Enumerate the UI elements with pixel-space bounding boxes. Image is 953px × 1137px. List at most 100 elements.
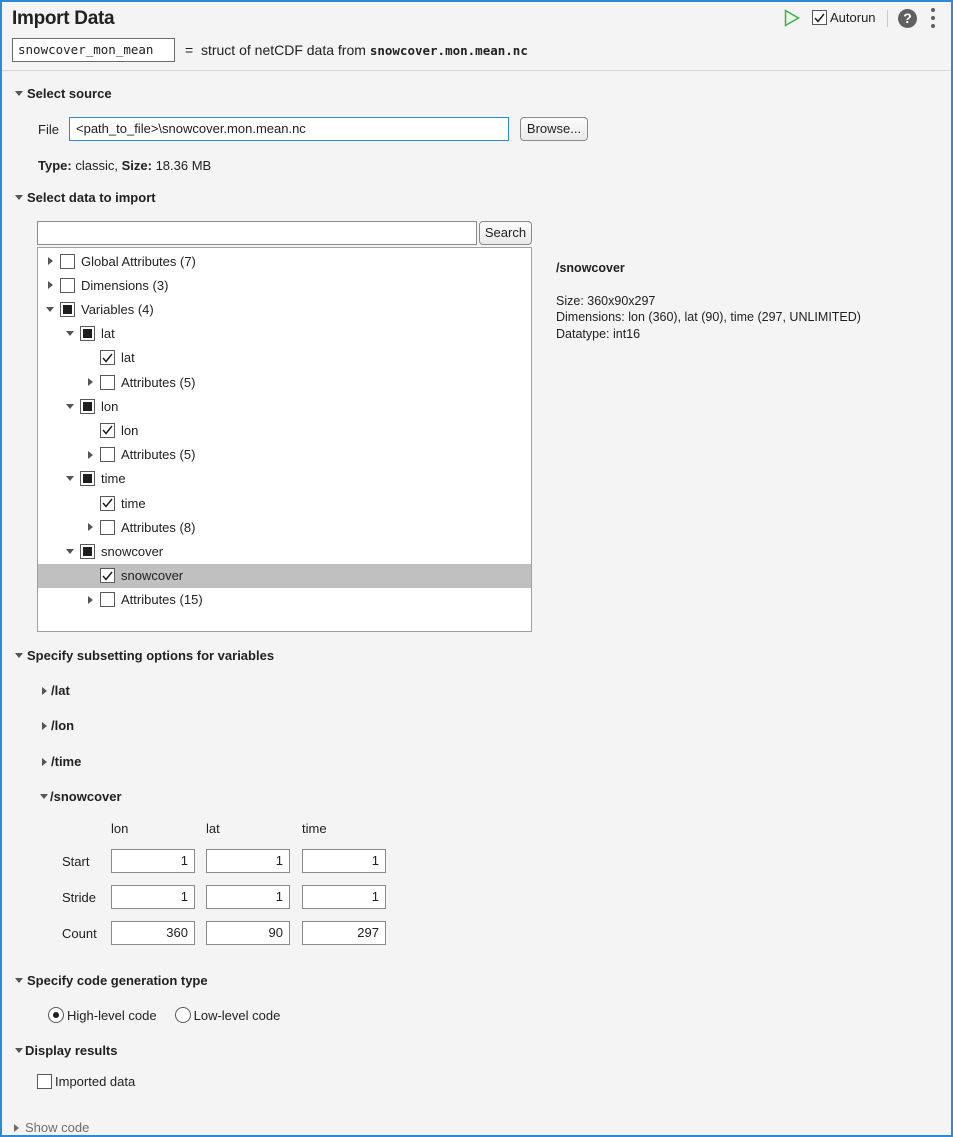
tree-checkbox[interactable]	[80, 543, 95, 559]
show-code-toggle[interactable]: Show code	[14, 1120, 89, 1135]
tree-item[interactable]: lat	[38, 322, 531, 346]
tree-checkbox[interactable]	[60, 301, 75, 317]
output-variable-field[interactable]: snowcover_mon_mean	[12, 38, 175, 62]
column-header-time: time	[302, 821, 327, 836]
section-subsetting[interactable]: Specify subsetting options for variables	[15, 648, 274, 663]
type-label: Type:	[38, 158, 72, 173]
subset-label: /time	[51, 754, 82, 769]
section-select-data[interactable]: Select data to import	[15, 190, 156, 205]
header-divider	[2, 70, 951, 71]
imported-data-option[interactable]: Imported data	[37, 1074, 135, 1089]
tree-item-label: lon	[121, 422, 139, 438]
tree-item[interactable]: snowcover	[38, 563, 531, 588]
autorun-toggle[interactable]: Autorun	[812, 10, 876, 25]
subset-time[interactable]: /time	[42, 754, 81, 769]
stride-time-field[interactable]: 1	[302, 885, 386, 909]
imported-data-checkbox[interactable]	[37, 1074, 52, 1089]
radio-button[interactable]	[174, 1007, 191, 1023]
tree-checkbox[interactable]	[100, 495, 115, 511]
tree-item[interactable]: Attributes (15)	[38, 588, 531, 612]
start-lon-field[interactable]: 1	[111, 849, 195, 873]
expand-icon[interactable]	[86, 522, 94, 532]
expand-icon[interactable]	[86, 450, 94, 460]
radio-button[interactable]	[48, 1007, 64, 1023]
imported-data-label: Imported data	[55, 1074, 136, 1089]
tree-item[interactable]: snowcover	[38, 539, 531, 563]
file-path-input[interactable]: <path_to_file>\snowcover.mon.mean.nc	[69, 117, 509, 141]
section-select-source[interactable]: Select source	[15, 86, 112, 101]
tree-checkbox[interactable]	[100, 447, 115, 463]
tree-checkbox[interactable]	[100, 422, 115, 438]
start-lat-field[interactable]: 1	[206, 849, 290, 873]
tree-item[interactable]: Attributes (5)	[38, 443, 531, 467]
tree-item[interactable]: lon	[38, 418, 531, 442]
tree-item[interactable]: Dimensions (3)	[38, 273, 531, 297]
expand-icon[interactable]	[86, 377, 94, 387]
tree-checkbox[interactable]	[100, 374, 115, 390]
subset-snowcover[interactable]: /snowcover	[40, 789, 122, 804]
tree-checkbox[interactable]	[80, 471, 95, 487]
tree-checkbox[interactable]	[100, 519, 115, 535]
collapse-icon[interactable]	[66, 329, 74, 339]
expand-icon[interactable]	[86, 595, 94, 605]
count-time-field[interactable]: 297	[302, 921, 386, 945]
section-code-generation[interactable]: Specify code generation type	[15, 973, 208, 988]
tree-item-label: time	[101, 471, 126, 487]
help-icon[interactable]: ?	[898, 9, 917, 28]
radio-high-level[interactable]: High-level code	[48, 1007, 157, 1023]
search-button[interactable]: Search	[479, 221, 532, 245]
expand-icon[interactable]	[46, 280, 54, 290]
collapse-icon[interactable]	[66, 546, 74, 556]
collapse-icon	[15, 195, 23, 200]
tree-item-label: Attributes (5)	[121, 447, 196, 463]
data-tree[interactable]: Global Attributes (7) Dimensions (3) Varia…	[37, 247, 532, 632]
expand-icon[interactable]	[46, 256, 54, 266]
collapse-icon	[40, 794, 48, 799]
tree-item[interactable]: lat	[38, 346, 531, 370]
tree-checkbox[interactable]	[80, 326, 95, 342]
subset-lat[interactable]: /lat	[42, 683, 70, 698]
tree-checkbox[interactable]	[60, 277, 75, 293]
checkmark-icon	[102, 353, 113, 363]
run-button[interactable]	[784, 9, 801, 27]
tree-item[interactable]: time	[38, 467, 531, 491]
tree-checkbox[interactable]	[60, 253, 75, 269]
subset-lon[interactable]: /lon	[42, 718, 74, 733]
stride-lon-field[interactable]: 1	[111, 885, 195, 909]
tree-item-label: snowcover	[121, 568, 184, 584]
tree-checkbox[interactable]	[100, 568, 115, 584]
tree-checkbox[interactable]	[80, 398, 95, 414]
collapse-icon	[15, 653, 23, 658]
tree-item-label: lat	[101, 326, 115, 342]
toolbar-divider	[887, 10, 888, 27]
tree-item[interactable]: Attributes (8)	[38, 515, 531, 539]
tree-item[interactable]: Attributes (5)	[38, 370, 531, 394]
tree-item[interactable]: Global Attributes (7)	[38, 249, 531, 273]
collapse-icon[interactable]	[46, 304, 54, 314]
section-title: Specify subsetting options for variables	[27, 648, 275, 663]
tree-item[interactable]: Variables (4)	[38, 297, 531, 321]
tree-item[interactable]: lon	[38, 394, 531, 418]
tree-item-label: Attributes (15)	[121, 592, 203, 608]
tree-item[interactable]: time	[38, 491, 531, 515]
collapse-icon	[15, 1048, 23, 1053]
autorun-checkbox[interactable]	[812, 10, 827, 25]
tree-item-label: Attributes (8)	[121, 519, 196, 535]
tree-checkbox[interactable]	[100, 592, 115, 608]
more-options-icon[interactable]	[929, 8, 937, 28]
start-time-field[interactable]: 1	[302, 849, 386, 873]
radio-low-level[interactable]: Low-level code	[174, 1007, 280, 1023]
tree-checkbox[interactable]	[100, 350, 115, 366]
subset-label: /snowcover	[50, 789, 122, 804]
tree-item-label: lon	[101, 398, 119, 414]
count-lon-field[interactable]: 360	[111, 921, 195, 945]
search-input[interactable]	[37, 221, 477, 245]
collapse-icon[interactable]	[66, 474, 74, 484]
browse-button[interactable]: Browse...	[520, 117, 588, 141]
collapse-icon[interactable]	[66, 401, 74, 411]
stride-lat-field[interactable]: 1	[206, 885, 290, 909]
section-display-results[interactable]: Display results	[15, 1043, 118, 1058]
count-lat-field[interactable]: 90	[206, 921, 290, 945]
